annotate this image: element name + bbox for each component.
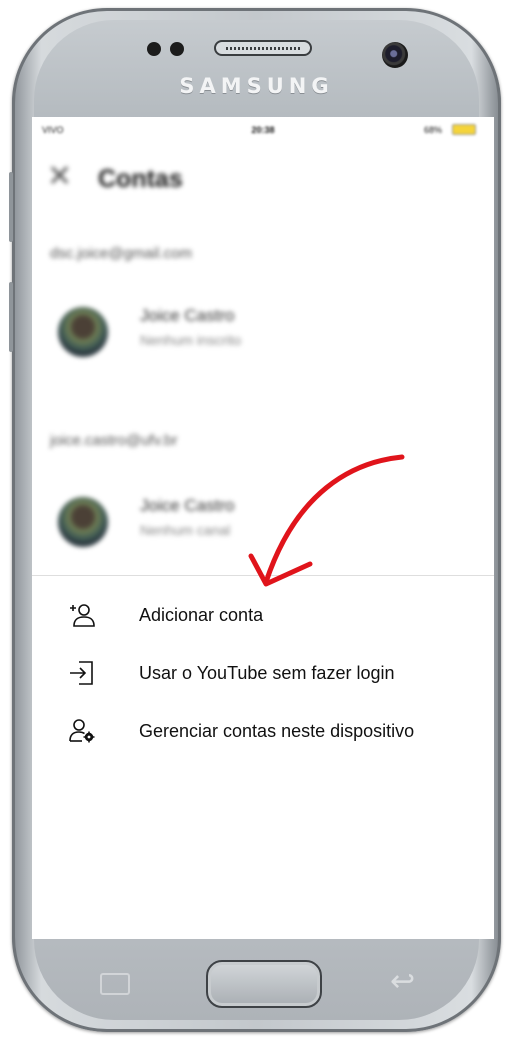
use-without-login-item[interactable]: Usar o YouTube sem fazer login xyxy=(32,651,494,695)
manage-accounts-label: Gerenciar contas neste dispositivo xyxy=(139,721,415,741)
sensor-dot xyxy=(147,42,161,56)
account-row[interactable]: Joice Castro Nenhum canal xyxy=(32,492,494,552)
volume-button xyxy=(9,172,13,242)
close-icon[interactable]: ✕ xyxy=(47,157,72,197)
manage-accounts-item[interactable]: Gerenciar contas neste dispositivo xyxy=(32,709,494,753)
account-email: dsc.joice@gmail.com xyxy=(50,245,192,262)
power-button xyxy=(9,282,13,352)
sign-in-arrow-icon xyxy=(70,661,93,685)
add-account-item[interactable]: Adicionar conta xyxy=(32,593,494,637)
use-without-login-label: Usar o YouTube sem fazer login xyxy=(139,663,395,683)
account-row[interactable]: Joice Castro Nenhum inscrito xyxy=(32,302,494,362)
battery-icon xyxy=(452,124,476,135)
front-camera xyxy=(382,42,408,68)
back-key-icon[interactable]: ↩ xyxy=(390,964,415,999)
header: ✕ Contas xyxy=(32,157,494,197)
sensor-dot xyxy=(170,42,184,56)
phone-screen: VIVO 20:38 68% ✕ Contas dsc.joice@gmail.… xyxy=(32,117,494,939)
status-bar: VIVO 20:38 68% xyxy=(32,117,494,143)
battery-percent: 68% xyxy=(424,125,443,135)
account-name: Joice Castro xyxy=(140,306,235,325)
account-subtitle: Nenhum canal xyxy=(140,522,231,538)
home-button[interactable] xyxy=(206,960,322,1008)
account-name: Joice Castro xyxy=(140,496,235,515)
account-email: joice.castro@ufv.br xyxy=(50,432,178,449)
divider xyxy=(32,575,494,576)
add-account-label: Adicionar conta xyxy=(139,605,264,625)
page-title: Contas xyxy=(98,165,183,193)
account-subtitle: Nenhum inscrito xyxy=(140,332,242,348)
avatar xyxy=(58,497,108,547)
manage-accounts-icon xyxy=(69,719,95,743)
recents-key[interactable] xyxy=(100,973,130,995)
device-brand: SAMSUNG xyxy=(179,74,334,98)
add-account-icon xyxy=(70,604,95,627)
earpiece-speaker xyxy=(214,40,312,56)
avatar xyxy=(58,307,108,357)
